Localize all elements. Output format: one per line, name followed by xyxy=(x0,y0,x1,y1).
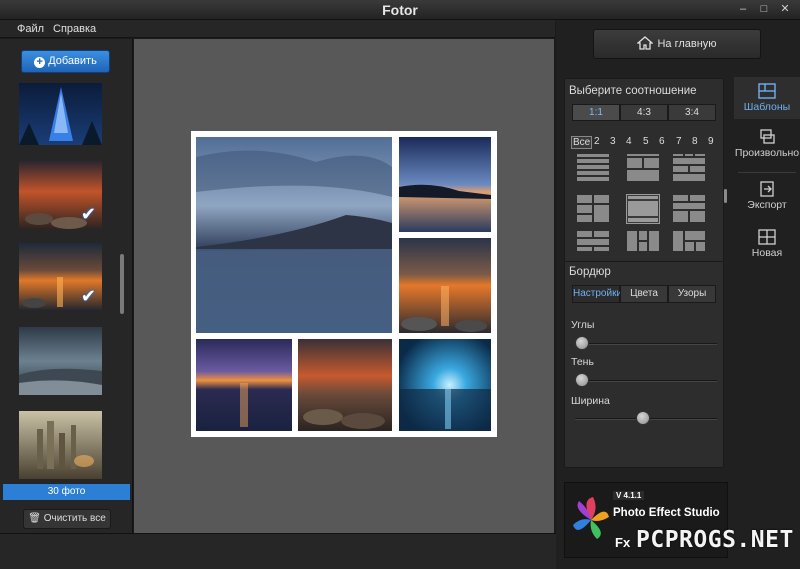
plus-icon: + xyxy=(34,57,46,68)
thumbnail-fantasy-city[interactable] xyxy=(19,411,102,479)
photo-count: 30 фото xyxy=(3,484,130,500)
tab-settings[interactable]: Настройки xyxy=(572,285,622,303)
menu-bar: Файл Справка xyxy=(0,20,555,38)
corners-slider-track[interactable] xyxy=(575,343,717,345)
layout-icon[interactable] xyxy=(673,231,705,251)
minimize-icon[interactable]: – xyxy=(732,2,754,16)
count-3[interactable]: 3 xyxy=(610,136,616,147)
templates-icon xyxy=(758,83,776,99)
tool-freestyle[interactable]: Произвольно xyxy=(734,123,800,165)
thumbnail-stormy-coast[interactable] xyxy=(19,327,102,395)
close-icon[interactable]: ✕ xyxy=(774,2,796,16)
export-icon xyxy=(760,181,774,197)
trash-icon: 🗑 xyxy=(28,513,41,524)
tab-patterns[interactable]: Узоры xyxy=(668,285,716,303)
collage-canvas xyxy=(134,39,554,533)
status-bar xyxy=(0,533,556,569)
tool-export-label: Экспорт xyxy=(747,199,787,211)
ratio-1-1[interactable]: 1:1 xyxy=(572,104,620,121)
add-photo-button[interactable]: + Добавить xyxy=(21,50,110,73)
layout-icon[interactable] xyxy=(627,154,659,182)
count-9[interactable]: 9 xyxy=(708,136,714,147)
corners-slider-knob[interactable] xyxy=(575,336,589,350)
collage-cell-dusk-lake[interactable] xyxy=(399,137,491,232)
maximize-icon[interactable]: □ xyxy=(753,2,775,16)
ratio-4-3[interactable]: 4:3 xyxy=(620,104,668,121)
layout-icon[interactable] xyxy=(577,195,609,223)
layout-icon[interactable] xyxy=(577,154,609,182)
home-icon xyxy=(637,36,654,50)
count-6[interactable]: 6 xyxy=(659,136,665,147)
count-8[interactable]: 8 xyxy=(692,136,698,147)
tool-freestyle-label: Произвольно xyxy=(734,147,800,159)
thumbnail-sunset-rocks[interactable]: ✔ xyxy=(19,161,102,229)
template-settings: Выберите соотношение 1:1 4:3 3:4 Все 2 3… xyxy=(564,78,727,468)
ratio-3-4[interactable]: 3:4 xyxy=(668,104,716,121)
layout-icon[interactable] xyxy=(673,195,705,223)
new-icon xyxy=(758,229,776,245)
corners-label: Углы xyxy=(571,319,595,331)
layout-icon[interactable] xyxy=(577,231,609,251)
border-title: Бордюр xyxy=(569,266,611,278)
watermark: PCPROGS.NET xyxy=(636,527,794,553)
promo-version: V 4.1.1 xyxy=(613,491,645,500)
divider xyxy=(565,261,723,262)
photo-list-panel: + Добавить ✔ ✔ 30 фото 🗑 Очистить все xyxy=(0,39,133,533)
shadow-label: Тень xyxy=(571,356,594,368)
tool-new[interactable]: Новая xyxy=(734,229,800,265)
layout-icon[interactable] xyxy=(673,154,705,182)
menu-help[interactable]: Справка xyxy=(53,23,96,35)
shadow-slider-knob[interactable] xyxy=(575,373,589,387)
layout-icon[interactable] xyxy=(627,231,659,251)
collage-cell-purple-sunset[interactable] xyxy=(196,339,292,431)
collage-cell-sunset-rocks[interactable] xyxy=(298,339,392,431)
ratio-title: Выберите соотношение xyxy=(569,85,697,97)
tool-templates-label: Шаблоны xyxy=(743,101,791,113)
collage-cell-blue-sea[interactable] xyxy=(399,339,491,431)
right-panel: На главную Выберите соотношение 1:1 4:3 … xyxy=(556,20,800,569)
title-bar: Fotor – □ ✕ xyxy=(0,0,800,20)
width-label: Ширина xyxy=(571,395,610,407)
check-icon: ✔ xyxy=(80,286,96,306)
tab-colors[interactable]: Цвета xyxy=(620,285,668,303)
collage-cell-sunset-beach[interactable] xyxy=(399,238,491,333)
flower-logo-icon xyxy=(573,497,609,539)
count-5[interactable]: 5 xyxy=(643,136,649,147)
layout-icon-selected[interactable] xyxy=(626,194,660,224)
tool-export[interactable]: Экспорт xyxy=(734,181,800,217)
home-button[interactable]: На главную xyxy=(593,29,761,59)
home-label: На главную xyxy=(657,38,717,50)
collage[interactable] xyxy=(191,131,497,437)
shadow-slider-track[interactable] xyxy=(575,380,717,382)
thumbnail-scrollbar[interactable] xyxy=(120,254,124,314)
count-4[interactable]: 4 xyxy=(626,136,632,147)
count-2[interactable]: 2 xyxy=(594,136,600,147)
divider xyxy=(738,172,796,173)
count-all[interactable]: Все xyxy=(571,136,593,149)
window-title: Fotor xyxy=(382,2,418,18)
layout-scrollbar[interactable] xyxy=(724,189,727,203)
tool-templates[interactable]: Шаблоны xyxy=(734,77,800,119)
check-icon: ✔ xyxy=(80,204,96,224)
tool-new-label: Новая xyxy=(751,247,783,259)
collage-cell-lake[interactable] xyxy=(196,137,392,333)
thumbnail-christmas-tree[interactable] xyxy=(19,83,102,145)
count-7[interactable]: 7 xyxy=(676,136,682,147)
menu-file[interactable]: Файл xyxy=(17,23,44,35)
add-photo-label: Добавить xyxy=(48,55,97,67)
freestyle-icon xyxy=(760,129,775,144)
clear-all-label: Очистить все xyxy=(43,513,106,524)
thumbnail-sunset-beach[interactable]: ✔ xyxy=(19,243,102,311)
promo-name: Photo Effect Studio xyxy=(613,507,720,519)
clear-all-button[interactable]: 🗑 Очистить все xyxy=(23,509,111,529)
promo-fx: Fx xyxy=(615,535,631,550)
side-tools: Шаблоны Произвольно Экспорт Новая xyxy=(734,77,800,467)
width-slider-knob[interactable] xyxy=(636,411,651,425)
